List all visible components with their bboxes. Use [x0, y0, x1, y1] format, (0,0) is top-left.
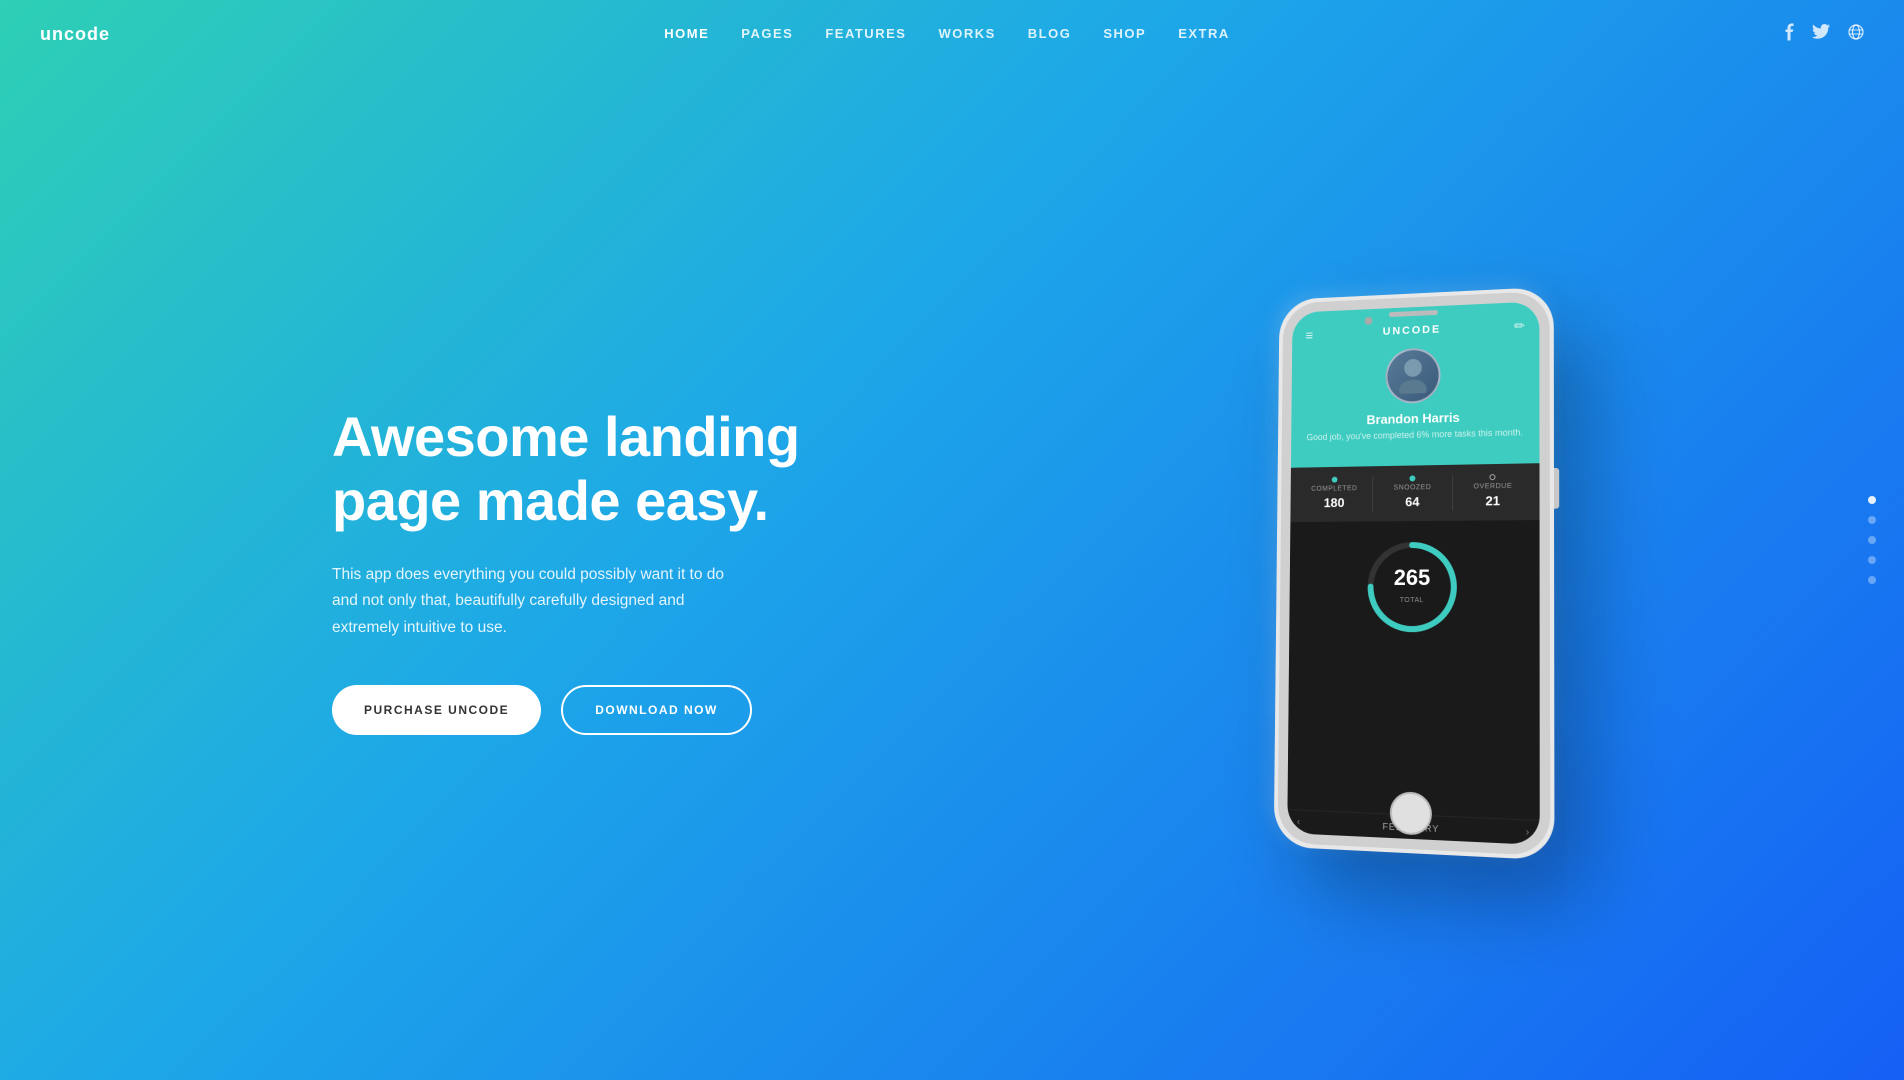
stat-completed: COMPLETED 180: [1296, 476, 1373, 512]
app-circle-area: 265 TOTAL: [1287, 520, 1539, 820]
stat-overdue: OVERDUE 21: [1453, 473, 1534, 510]
user-subtitle: Good job, you've completed 6% more tasks…: [1304, 426, 1525, 444]
hero-content: Awesome landing page made easy. This app…: [252, 290, 1652, 850]
overdue-dot: [1490, 474, 1496, 480]
facebook-link[interactable]: [1784, 23, 1794, 46]
app-menu-icon: ≡: [1305, 327, 1313, 343]
nav-link-shop[interactable]: SHOP: [1103, 26, 1146, 41]
next-arrow: ›: [1526, 827, 1529, 839]
completed-label: COMPLETED: [1296, 485, 1372, 493]
completed-dot: [1331, 476, 1337, 482]
hero-section: Awesome landing page made easy. This app…: [0, 0, 1904, 1080]
nav-item-extra[interactable]: EXTRA: [1178, 25, 1230, 43]
twitter-icon: [1812, 24, 1830, 39]
circle-label: 265 TOTAL: [1394, 567, 1431, 607]
scroll-dots: [1868, 496, 1876, 584]
facebook-icon: [1784, 23, 1794, 41]
twitter-link[interactable]: [1812, 24, 1830, 44]
app-header: ≡ UNCODE ✏ Brandon H: [1291, 301, 1540, 467]
download-button[interactable]: DOWNLOAD NOW: [561, 685, 752, 735]
nav-link-features[interactable]: FEATURES: [825, 26, 906, 41]
overdue-label: OVERDUE: [1453, 482, 1534, 490]
nav-item-shop[interactable]: SHOP: [1103, 25, 1146, 43]
nav-item-home[interactable]: HOME: [664, 25, 709, 43]
scroll-dot-3[interactable]: [1868, 536, 1876, 544]
purchase-button[interactable]: PURCHASE UNCODE: [332, 685, 541, 735]
app-brand-label: UNCODE: [1383, 324, 1442, 338]
nav-link-extra[interactable]: EXTRA: [1178, 26, 1230, 41]
hero-buttons: PURCHASE UNCODE DOWNLOAD NOW: [332, 685, 852, 735]
hero-text-block: Awesome landing page made easy. This app…: [332, 405, 852, 735]
nav-item-features[interactable]: FEATURES: [825, 25, 906, 43]
snoozed-label: SNOOZED: [1373, 483, 1451, 491]
nav-link-pages[interactable]: PAGES: [741, 26, 793, 41]
scroll-dot-4[interactable]: [1868, 556, 1876, 564]
app-header-top: ≡ UNCODE ✏: [1305, 318, 1525, 343]
circle-container: 265 TOTAL: [1362, 536, 1462, 637]
site-logo[interactable]: uncode: [40, 24, 110, 45]
nav-item-pages[interactable]: PAGES: [741, 25, 793, 43]
circle-number: 265: [1394, 567, 1430, 589]
social-links: [1784, 23, 1864, 46]
circle-sublabel: TOTAL: [1400, 597, 1424, 604]
scroll-dot-1[interactable]: [1868, 496, 1876, 504]
overdue-value: 21: [1485, 493, 1500, 508]
nav-link-home[interactable]: HOME: [664, 26, 709, 41]
scroll-dot-2[interactable]: [1868, 516, 1876, 524]
nav-links: HOME PAGES FEATURES WORKS BLOG SHOP EXTR…: [664, 25, 1229, 43]
user-name: Brandon Harris: [1305, 408, 1526, 429]
avatar: [1385, 347, 1440, 404]
nav-link-works[interactable]: WORKS: [938, 26, 995, 41]
prev-arrow: ‹: [1297, 817, 1300, 828]
phone-screen: ≡ UNCODE ✏ Brandon H: [1287, 301, 1540, 845]
phone-side-button: [1554, 468, 1559, 509]
nav-item-works[interactable]: WORKS: [938, 25, 995, 43]
snoozed-value: 64: [1405, 494, 1419, 509]
nav-item-blog[interactable]: BLOG: [1028, 25, 1072, 43]
app-screen: ≡ UNCODE ✏ Brandon H: [1287, 301, 1540, 845]
phone-mockup: ≡ UNCODE ✏ Brandon H: [1252, 290, 1572, 850]
hero-subtitle: This app does everything you could possi…: [332, 562, 732, 641]
app-edit-icon: ✏: [1514, 318, 1525, 334]
scroll-dot-5[interactable]: [1868, 576, 1876, 584]
nav-link-blog[interactable]: BLOG: [1028, 26, 1072, 41]
stat-snoozed: SNOOZED 64: [1373, 474, 1452, 511]
navigation: uncode HOME PAGES FEATURES WORKS BLOG SH…: [0, 0, 1904, 68]
phone-outer: ≡ UNCODE ✏ Brandon H: [1274, 287, 1555, 861]
hero-title: Awesome landing page made easy.: [332, 405, 852, 534]
snoozed-dot: [1409, 475, 1415, 481]
globe-icon: [1848, 24, 1864, 40]
app-stats-bar: COMPLETED 180 SNOOZED 64 OVERDUE: [1290, 463, 1539, 522]
globe-link[interactable]: [1848, 24, 1864, 45]
completed-value: 180: [1324, 495, 1345, 510]
